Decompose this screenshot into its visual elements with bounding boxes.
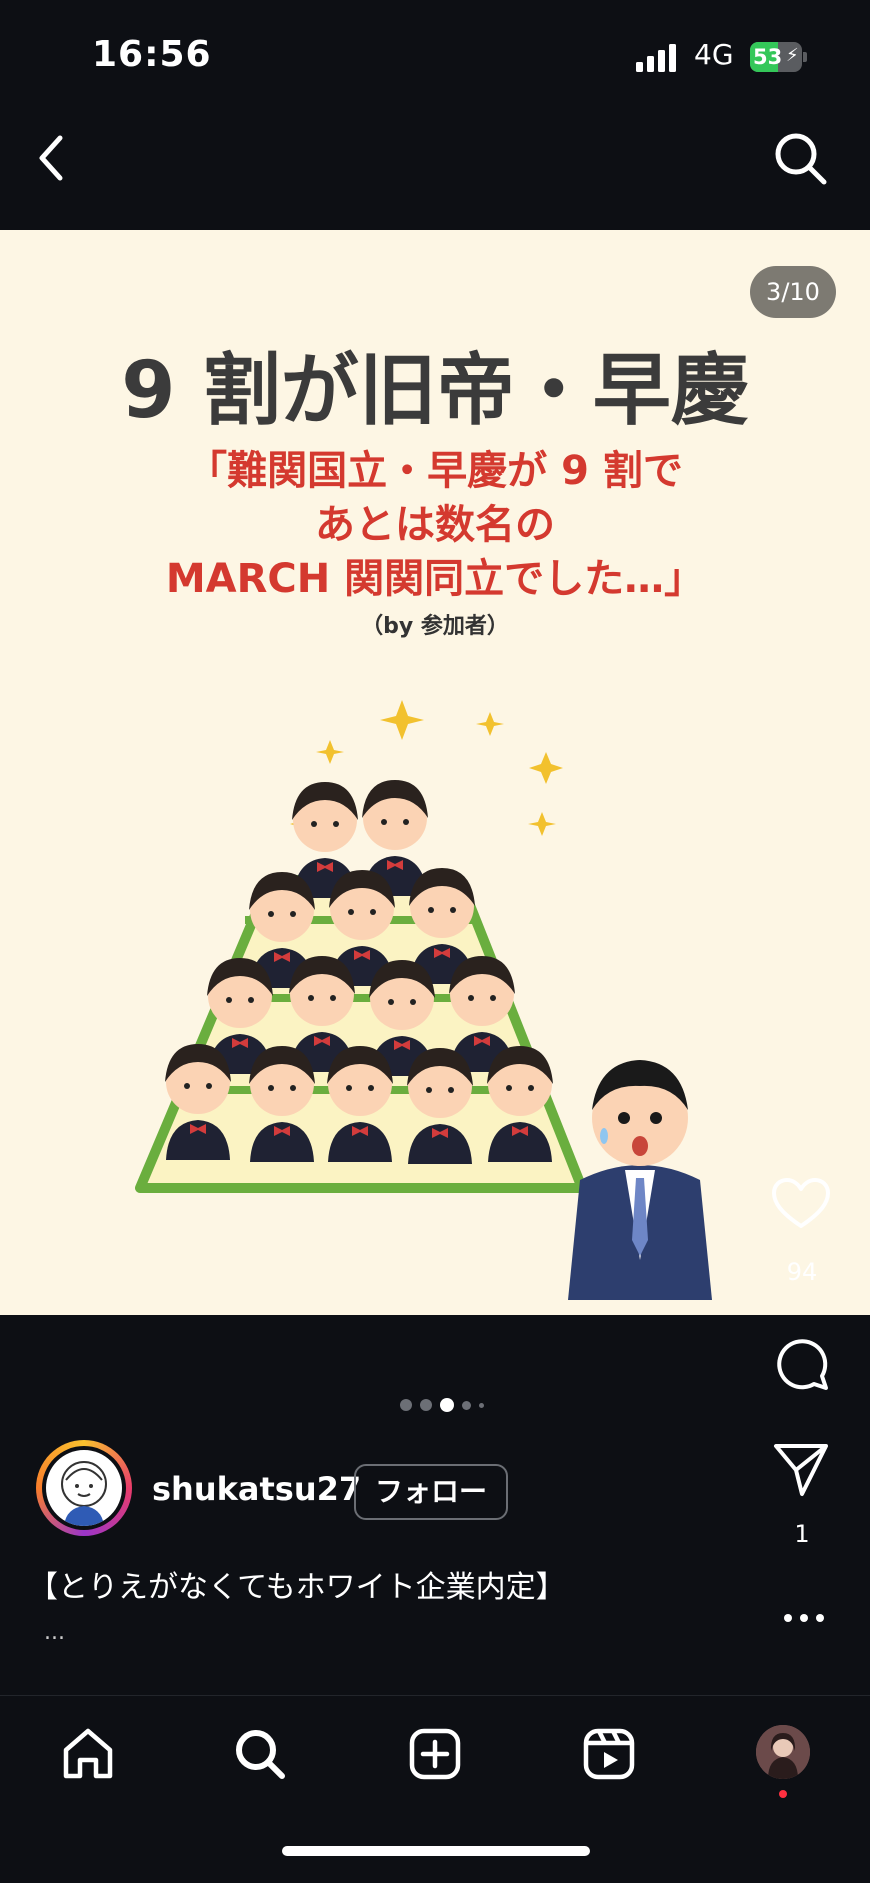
home-tab[interactable] xyxy=(60,1726,116,1782)
charging-icon: ⚡ xyxy=(786,45,799,66)
reels-icon xyxy=(583,1728,635,1780)
student-pyramid-illustration xyxy=(135,700,712,1300)
student-face xyxy=(165,1044,231,1160)
share-button[interactable] xyxy=(772,1440,830,1498)
create-icon xyxy=(409,1728,461,1780)
search-button[interactable] xyxy=(770,128,830,188)
signal-icon xyxy=(636,44,676,72)
caption-more[interactable]: ... xyxy=(44,1620,65,1645)
send-icon xyxy=(774,1444,828,1496)
heart-icon xyxy=(772,1178,830,1228)
home-indicator[interactable] xyxy=(282,1846,590,1856)
quote-line-1: 「難関国立・早慶が 9 割で xyxy=(187,448,683,494)
battery-icon: 53 ⚡ xyxy=(750,42,808,72)
status-time: 16:56 xyxy=(92,34,212,75)
author-avatar[interactable] xyxy=(36,1440,132,1536)
carousel-indicator xyxy=(400,1398,510,1412)
businessman xyxy=(568,1060,712,1300)
page-counter: 3/10 xyxy=(750,266,836,318)
post-caption[interactable]: 【とりえがなくてもホワイト企業内定】 xyxy=(28,1562,566,1606)
carousel-dot xyxy=(462,1400,471,1410)
battery-level: 53 xyxy=(753,45,783,69)
comment-button[interactable] xyxy=(774,1336,830,1392)
post-image[interactable]: 3/10 9 割が旧帝・早慶 「難関国立・早慶が 9 割で あとは数名の MAR… xyxy=(0,230,870,1315)
follow-button[interactable]: フォロー xyxy=(354,1464,508,1520)
notification-dot xyxy=(779,1790,787,1798)
back-button[interactable] xyxy=(30,130,74,186)
student-face xyxy=(249,1046,315,1162)
carousel-dot xyxy=(479,1402,484,1408)
search-icon xyxy=(775,133,827,185)
student-face xyxy=(407,1048,473,1164)
reels-tab[interactable] xyxy=(581,1726,637,1782)
home-icon xyxy=(63,1728,113,1779)
like-button[interactable] xyxy=(770,1176,832,1232)
student-face xyxy=(487,1046,553,1162)
search-tab[interactable] xyxy=(232,1726,288,1782)
profile-tab[interactable] xyxy=(756,1725,810,1779)
carousel-dot xyxy=(400,1399,412,1411)
search-icon xyxy=(236,1730,285,1779)
create-tab[interactable] xyxy=(407,1726,463,1782)
share-count: 1 xyxy=(794,1520,810,1548)
more-icon xyxy=(784,1614,824,1622)
student-face xyxy=(327,1046,393,1162)
carousel-dot-active xyxy=(440,1398,454,1412)
like-count: 94 xyxy=(786,1258,818,1286)
quote-line-3: MARCH 関関同立でした…」 xyxy=(165,556,705,602)
post-headline: 9 割が旧帝・早慶 xyxy=(121,346,749,436)
back-icon xyxy=(39,135,63,181)
quote-line-2: あとは数名の xyxy=(315,502,555,548)
profile-avatar xyxy=(756,1725,810,1779)
avatar-image xyxy=(61,1461,107,1526)
attribution: （by 参加者） xyxy=(361,614,509,639)
author-username[interactable]: shukatsu27 xyxy=(152,1470,361,1508)
network-type: 4G xyxy=(694,38,734,71)
comment-icon xyxy=(777,1339,828,1390)
more-options-button[interactable] xyxy=(782,1610,826,1626)
carousel-dot xyxy=(420,1399,432,1411)
